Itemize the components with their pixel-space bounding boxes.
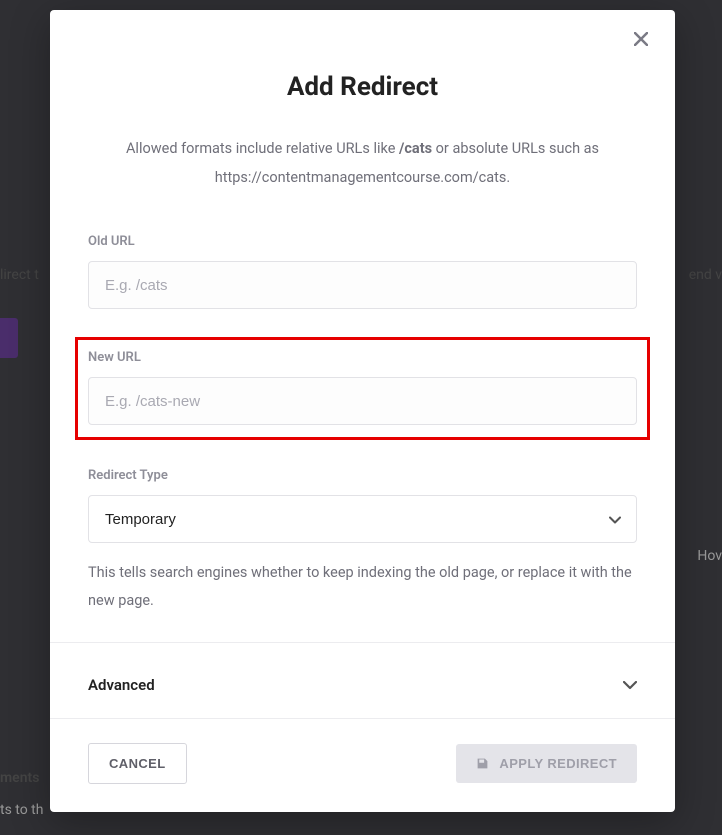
add-redirect-modal: Add Redirect Allowed formats include rel… [50, 10, 675, 812]
old-url-input[interactable] [88, 261, 637, 309]
bg-text: end v [689, 267, 722, 283]
old-url-label: Old URL [88, 234, 637, 249]
apply-redirect-button[interactable]: APPLY REDIRECT [456, 744, 637, 783]
save-icon [476, 757, 489, 770]
new-url-group: New URL [75, 337, 650, 440]
modal-title: Add Redirect [88, 72, 637, 102]
cancel-button[interactable]: CANCEL [88, 743, 187, 784]
advanced-label: Advanced [88, 676, 155, 694]
advanced-toggle[interactable]: Advanced [50, 651, 675, 719]
bg-text: lirect t [0, 267, 39, 283]
new-url-input[interactable] [88, 377, 637, 425]
chevron-down-icon [623, 675, 637, 694]
helper-text: Allowed formats include relative URLs li… [88, 134, 637, 192]
bg-text: Hov [697, 548, 722, 564]
new-url-label: New URL [88, 350, 637, 365]
redirect-type-label: Redirect Type [88, 468, 637, 483]
bg-accent [0, 318, 18, 358]
close-icon [634, 32, 648, 46]
bg-text: ts to th [0, 802, 43, 818]
bg-text: ments [0, 770, 39, 786]
redirect-type-select[interactable]: Temporary [88, 495, 637, 543]
old-url-group: Old URL [88, 234, 637, 309]
close-button[interactable] [629, 28, 653, 52]
modal-footer: CANCEL APPLY REDIRECT [50, 719, 675, 812]
apply-label: APPLY REDIRECT [499, 756, 617, 771]
divider [50, 642, 675, 643]
redirect-type-group: Redirect Type Temporary This tells searc… [88, 468, 637, 614]
redirect-type-help: This tells search engines whether to kee… [88, 559, 637, 614]
